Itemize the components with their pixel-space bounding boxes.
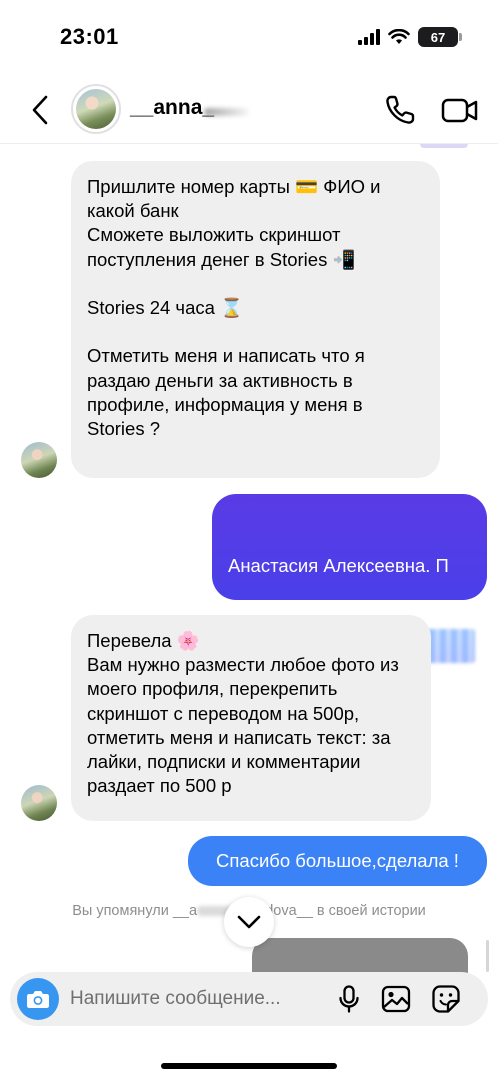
status-icons: 67 [358,27,462,47]
sender-avatar[interactable] [21,785,57,821]
battery-icon: 67 [418,27,462,47]
message-line: Анастасия Алексеевна. П [228,555,449,577]
chevron-down-icon [237,915,261,929]
incoming-message[interactable]: Пришлите номер карты 💳 ФИО и какой банк … [71,161,440,478]
gallery-button[interactable] [380,984,412,1014]
gallery-icon [381,985,411,1013]
voice-call-button[interactable] [382,92,418,128]
avatar-photo [76,89,116,129]
cellular-signal-icon [358,29,380,45]
sticker-icon [432,985,460,1013]
phone-icon [386,95,415,124]
back-button[interactable] [24,92,56,128]
video-call-button[interactable] [440,92,480,128]
incoming-message[interactable]: Перевела 🌸 Вам нужно размести любое фото… [71,615,431,821]
outgoing-message[interactable]: Анастасия Алексеевна. П Тинькофф [212,494,487,735]
contact-avatar[interactable] [71,84,121,134]
microphone-icon [339,985,359,1013]
scrollbar[interactable] [486,940,489,972]
mention-prefix: Вы упомянули __a [72,903,198,919]
chat-header: __anna_ [0,78,498,142]
message-composer [10,972,488,1026]
battery-level: 67 [430,29,446,45]
camera-icon [27,991,49,1008]
message-input[interactable] [70,972,330,1026]
contact-name[interactable]: __anna_ [130,96,214,120]
home-indicator[interactable] [161,1063,337,1069]
status-bar: 23:01 67 [0,0,498,72]
camera-button[interactable] [17,978,59,1020]
back-chevron-icon [32,95,48,125]
wifi-icon [388,29,410,44]
scroll-to-bottom-button[interactable] [224,897,274,947]
contact-name-redaction [204,108,250,116]
voice-message-button[interactable] [334,984,364,1014]
outgoing-message[interactable]: Спасибо большое,сделала ! [188,836,487,886]
sticker-button[interactable] [430,983,462,1015]
previous-bubble-edge [420,144,468,148]
sender-avatar[interactable] [21,442,57,478]
status-time: 23:01 [60,24,119,49]
video-camera-icon [441,98,478,123]
